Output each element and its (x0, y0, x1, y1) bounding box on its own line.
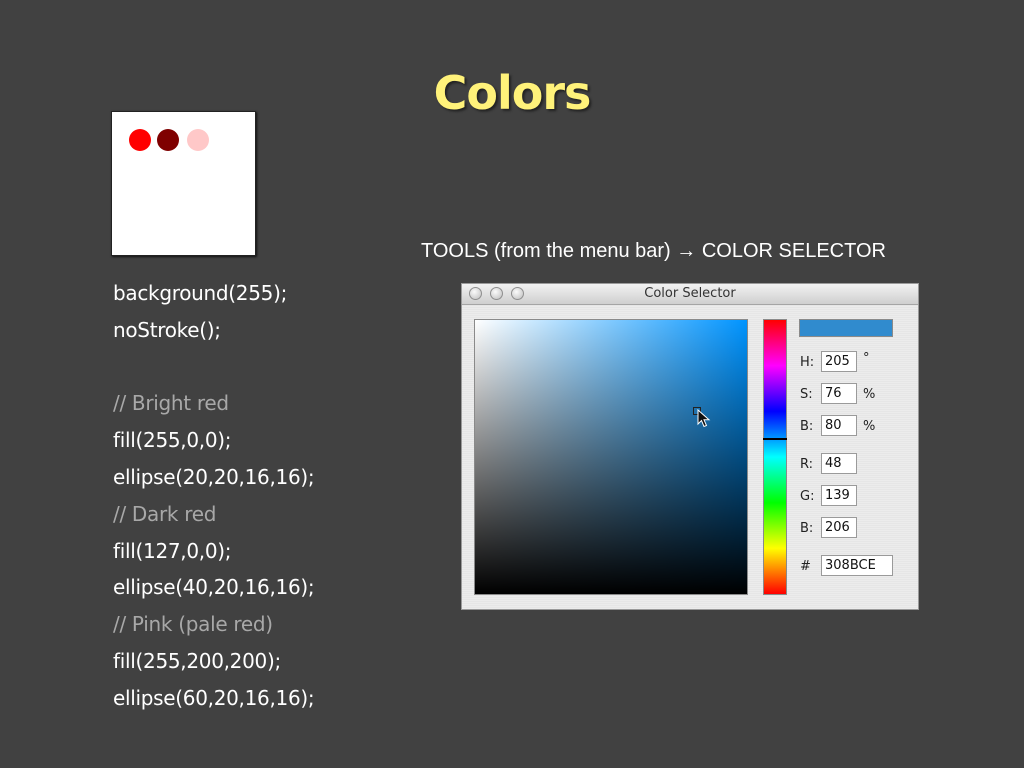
hue-unit: ° (863, 351, 870, 366)
code-line: background(255); (113, 281, 288, 305)
hex-label: # (800, 559, 811, 574)
hex-field[interactable]: 308BCE (821, 555, 893, 576)
bright-red-circle (129, 129, 151, 151)
menu-path-caption: TOOLS (from the menu bar) → COLOR SELECT… (421, 240, 886, 262)
red-field[interactable]: 48 (821, 453, 857, 474)
code-line: fill(127,0,0); (113, 538, 232, 563)
brightness-field[interactable]: 80 (821, 415, 857, 436)
saturation-field[interactable]: 76 (821, 383, 857, 404)
saturation-brightness-field[interactable] (474, 319, 748, 595)
blue-label: B: (800, 521, 814, 536)
code-line: noStroke(); (113, 317, 221, 342)
saturation-unit: % (863, 387, 876, 402)
color-selector-window: Color Selector H: 205 ° S: 76 % B: 80 % … (461, 283, 919, 610)
window-title: Color Selector (644, 286, 736, 301)
dark-red-circle (157, 129, 179, 151)
code-line: ellipse(60,20,16,16); (113, 685, 315, 710)
blue-field[interactable]: 206 (821, 517, 857, 538)
green-label: G: (800, 489, 815, 504)
code-comment-line: // Bright red (113, 391, 229, 416)
brightness-label: B: (800, 419, 814, 434)
code-listing: background(255); noStroke(); // Bright red… (113, 275, 315, 717)
mouse-pointer-icon (697, 409, 711, 428)
hue-slider-marker[interactable] (763, 438, 787, 440)
code-line: ellipse(40,20,16,16); (113, 575, 315, 600)
code-line: fill(255,200,200); (113, 648, 281, 673)
selected-color-swatch (799, 319, 893, 337)
window-titlebar[interactable]: Color Selector (462, 284, 918, 305)
code-comment-line: // Pink (pale red) (113, 612, 273, 637)
code-line: ellipse(20,20,16,16); (113, 464, 315, 489)
brightness-unit: % (863, 419, 876, 434)
hue-label: H: (800, 355, 815, 370)
hue-field[interactable]: 205 (821, 351, 857, 372)
code-line: fill(255,0,0); (113, 428, 232, 453)
hue-slider[interactable] (763, 319, 787, 595)
saturation-label: S: (800, 387, 813, 402)
green-field[interactable]: 139 (821, 485, 857, 506)
red-label: R: (800, 457, 814, 472)
pink-circle (187, 129, 209, 151)
code-comment-line: // Dark red (113, 501, 217, 526)
